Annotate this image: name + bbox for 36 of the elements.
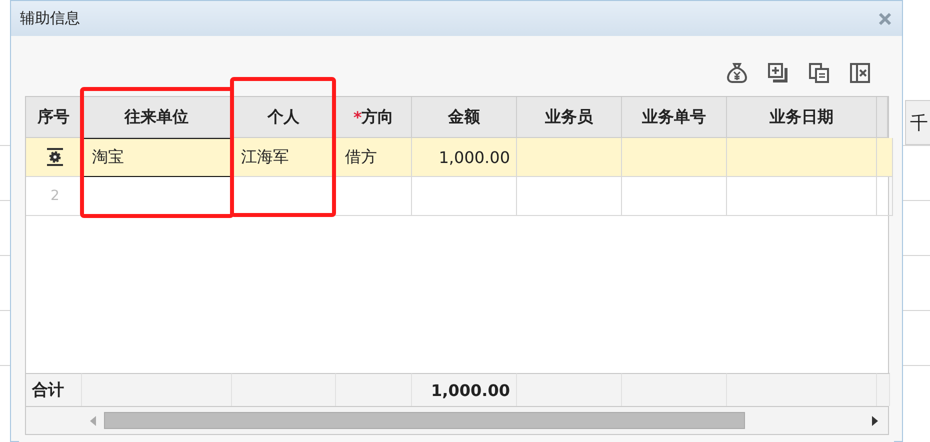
scroll-left-icon[interactable] <box>88 414 98 426</box>
column-header[interactable]: 业务日期 <box>727 97 877 138</box>
delete-row-icon[interactable] <box>848 61 872 85</box>
table-cell[interactable] <box>727 138 877 177</box>
column-header[interactable]: 业务员 <box>517 97 622 138</box>
column-header[interactable]: 业务单号 <box>622 97 727 138</box>
table-cell[interactable] <box>877 177 893 216</box>
column-header[interactable]: *方向 <box>336 97 412 138</box>
scroll-thumb[interactable] <box>104 412 745 429</box>
column-header[interactable]: 往来单位 <box>82 97 232 138</box>
table-cell[interactable] <box>336 177 412 216</box>
money-bag-icon[interactable] <box>725 61 749 85</box>
table-cell[interactable] <box>877 138 893 177</box>
current-row-gear-icon[interactable] <box>45 147 65 167</box>
table-cell[interactable] <box>412 177 517 216</box>
table-cell[interactable] <box>727 177 877 216</box>
table-cell[interactable] <box>622 177 727 216</box>
table-cell[interactable] <box>517 138 622 177</box>
total-amount: 1,000.00 <box>412 373 517 406</box>
column-header[interactable] <box>877 97 888 138</box>
close-icon[interactable] <box>878 12 892 26</box>
table-cell[interactable]: 1,000.00 <box>412 138 517 177</box>
copy-row-icon[interactable] <box>807 61 831 85</box>
table-cell[interactable] <box>517 177 622 216</box>
horizontal-scrollbar[interactable] <box>26 406 888 434</box>
scroll-right-icon[interactable] <box>870 414 880 426</box>
total-label: 合计 <box>26 373 82 406</box>
column-header[interactable]: 金额 <box>412 97 517 138</box>
column-header: 千 <box>905 100 930 145</box>
table-cell[interactable]: 借方 <box>336 138 412 177</box>
window-title: 辅助信息 <box>20 9 80 28</box>
row-number: 2 <box>26 177 82 216</box>
table-cell[interactable] <box>622 138 727 177</box>
column-header[interactable]: 序号 <box>26 97 82 138</box>
table-cell[interactable]: 淘宝 <box>82 138 232 177</box>
add-row-icon[interactable] <box>766 61 790 85</box>
